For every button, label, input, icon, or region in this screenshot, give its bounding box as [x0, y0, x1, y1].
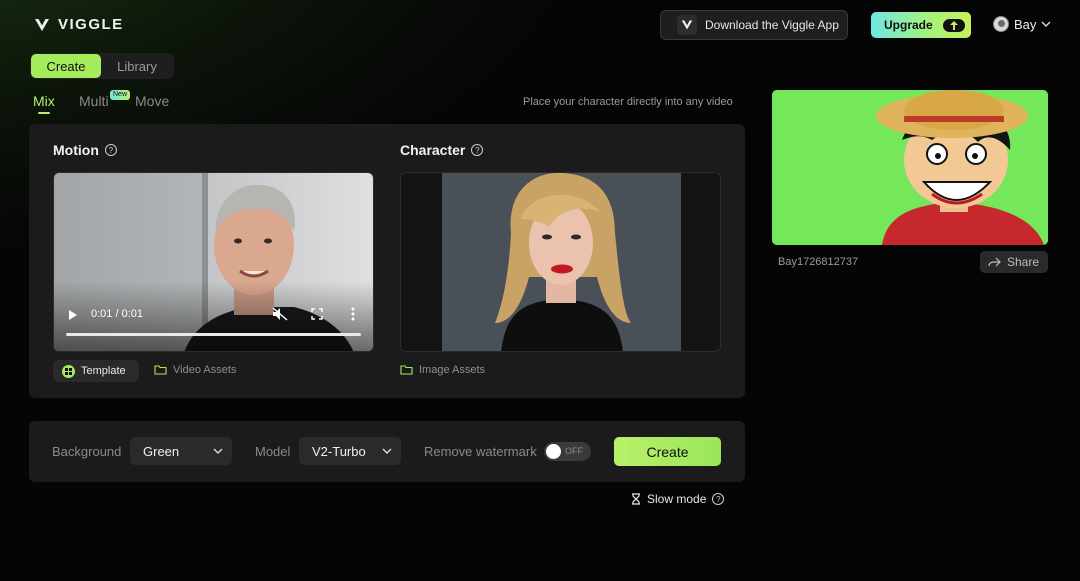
folder-icon: [400, 365, 413, 375]
remove-watermark-toggle[interactable]: OFF: [544, 442, 591, 461]
character-heading: Character ?: [400, 142, 484, 158]
active-tab-indicator: [38, 112, 50, 114]
help-icon[interactable]: ?: [471, 144, 484, 156]
viggle-logo[interactable]: VIGGLE: [34, 16, 124, 33]
motion-video-player[interactable]: 0:01 / 0:01: [53, 172, 374, 352]
model-label: Model: [255, 444, 291, 459]
motion-video-frame: [54, 173, 373, 351]
chevron-down-icon: [382, 448, 392, 454]
share-button[interactable]: Share: [980, 251, 1048, 273]
video-progress-bar[interactable]: [66, 333, 361, 336]
chevron-down-icon: [213, 448, 223, 454]
slow-mode-label: Slow mode: [647, 492, 707, 506]
mode-tab-move[interactable]: Move: [135, 93, 169, 109]
more-options-icon[interactable]: [351, 307, 355, 321]
chevron-down-icon: [1041, 21, 1051, 27]
hourglass-icon: [632, 493, 640, 505]
share-label: Share: [1007, 255, 1040, 269]
background-label: Background: [52, 444, 122, 459]
toggle-state: OFF: [565, 446, 583, 456]
background-value: Green: [143, 443, 180, 459]
template-button[interactable]: Template: [53, 360, 139, 382]
remove-watermark-label: Remove watermark: [424, 444, 537, 459]
tab-library[interactable]: Library: [104, 54, 170, 78]
help-icon[interactable]: ?: [104, 144, 117, 156]
mode-hint: Place your character directly into any v…: [523, 96, 733, 108]
character-image-slot[interactable]: [400, 172, 721, 352]
upgrade-button[interactable]: Upgrade: [871, 12, 971, 38]
fullscreen-icon[interactable]: [311, 308, 323, 320]
result-id: Bay1726812737: [778, 256, 859, 268]
download-app-label: Download the Viggle App: [705, 18, 839, 32]
mode-tab-mix[interactable]: Mix: [33, 93, 55, 109]
user-name: Bay: [1014, 16, 1037, 32]
mode-tab-multi[interactable]: Multi: [79, 93, 109, 109]
arrow-up-icon: [942, 18, 965, 32]
toggle-knob: [546, 444, 561, 459]
viggle-logo-icon: [35, 18, 49, 31]
help-icon[interactable]: ?: [712, 493, 725, 505]
motion-heading: Motion ?: [53, 142, 117, 158]
create-button[interactable]: Create: [614, 437, 721, 466]
tab-create[interactable]: Create: [31, 54, 101, 78]
download-app-button[interactable]: Download the Viggle App: [660, 10, 848, 40]
upgrade-label: Upgrade: [884, 18, 933, 32]
slow-mode[interactable]: Slow mode ?: [631, 492, 725, 506]
video-assets-label: Video Assets: [173, 364, 237, 376]
video-time: 0:01 / 0:01: [91, 308, 143, 320]
character-title: Character: [400, 142, 466, 158]
user-menu[interactable]: Bay: [993, 16, 1051, 32]
logo-text: VIGGLE: [58, 16, 124, 33]
result-image: [772, 90, 1048, 245]
share-icon: [988, 257, 1001, 267]
muted-icon[interactable]: [272, 307, 288, 321]
avatar: [993, 16, 1009, 32]
play-icon[interactable]: [68, 310, 78, 320]
model-select[interactable]: V2-Turbo: [299, 437, 401, 465]
background-select[interactable]: Green: [130, 437, 232, 465]
viggle-app-icon: [677, 15, 697, 35]
result-video-thumbnail[interactable]: [772, 90, 1048, 245]
image-assets-label: Image Assets: [419, 364, 486, 376]
template-label: Template: [81, 365, 126, 377]
image-assets-button[interactable]: Image Assets: [400, 364, 485, 376]
character-image: [401, 173, 720, 351]
folder-icon: [154, 365, 167, 375]
video-assets-button[interactable]: Video Assets: [154, 364, 236, 376]
model-value: V2-Turbo: [312, 443, 366, 459]
new-badge: New: [110, 90, 131, 100]
template-icon: [62, 364, 75, 378]
motion-title: Motion: [53, 142, 99, 158]
